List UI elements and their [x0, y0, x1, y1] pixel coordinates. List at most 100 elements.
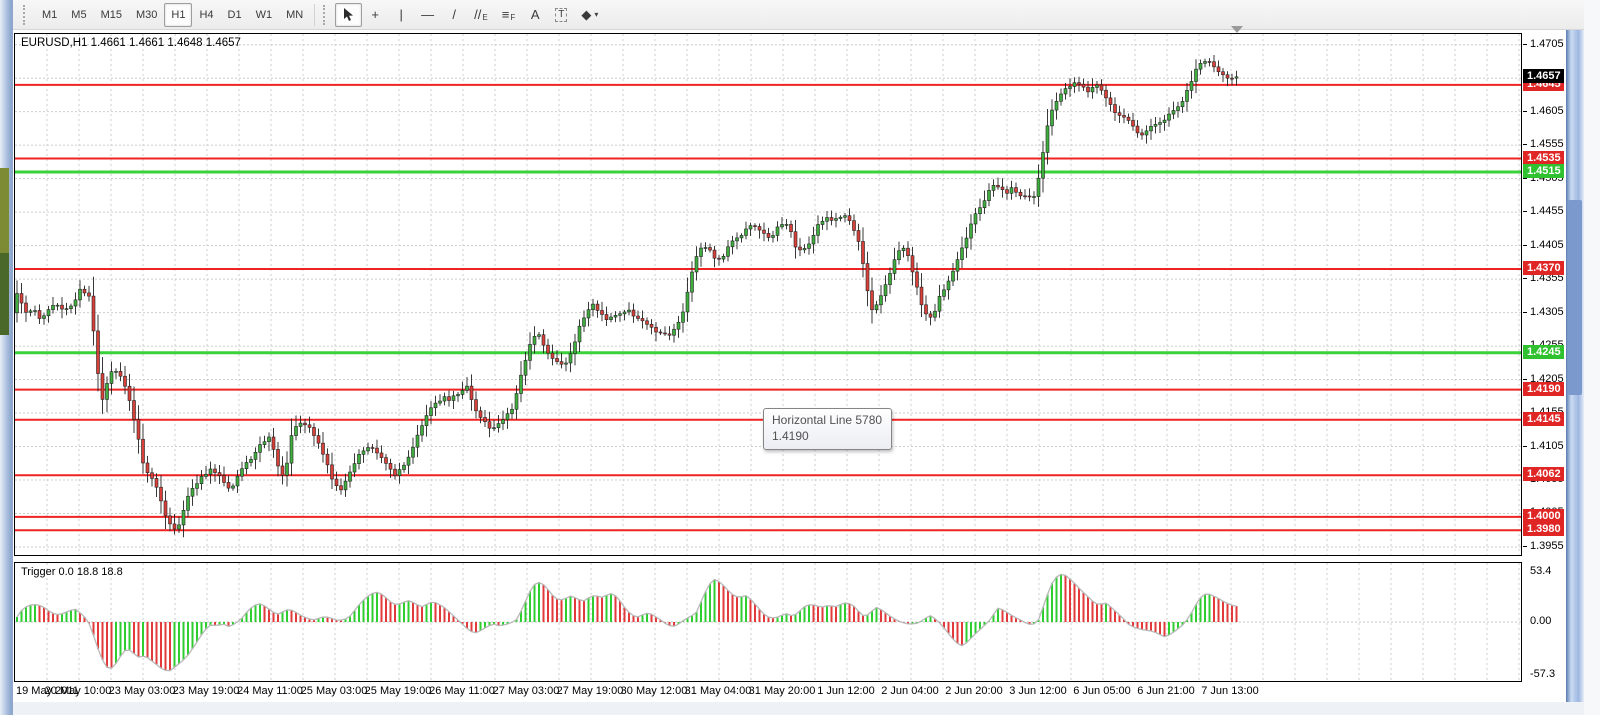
window-right-margin — [1584, 0, 1600, 715]
timeframe-button-m5[interactable]: M5 — [64, 3, 93, 27]
candle-body-up — [690, 271, 694, 293]
candle-body-up — [883, 284, 888, 297]
candle-body-up — [1234, 76, 1239, 79]
time-axis-label: 24 May 11:00 — [237, 685, 303, 697]
time-axis-label: 1 Jun 12:00 — [817, 685, 875, 697]
candle-body-up — [105, 383, 109, 400]
candle-body-up — [537, 334, 541, 337]
candle-body-down — [654, 326, 658, 333]
candle-body-down — [1230, 77, 1234, 80]
background-window-fragment — [0, 253, 9, 335]
candle-body-up — [955, 259, 960, 272]
indicator-scale[interactable]: 53.4 0.00 -57.3 — [1523, 562, 1566, 682]
candle-body-up — [735, 237, 739, 242]
timeframe-button-m15[interactable]: M15 — [94, 3, 129, 27]
candle-body-up — [577, 325, 582, 343]
scale-tick — [1523, 379, 1527, 380]
timeframe-button-h1[interactable]: H1 — [164, 2, 193, 27]
candle-body-down — [708, 247, 712, 251]
time-axis-label: 6 Jun 21:00 — [1137, 685, 1195, 697]
chart-shift-marker-icon[interactable] — [1231, 26, 1243, 33]
candle-body-up — [1068, 86, 1072, 89]
cursor-icon[interactable] — [335, 2, 363, 27]
candle-body-down — [996, 185, 1000, 188]
candle-body-up — [748, 225, 753, 230]
candle-body-up — [834, 218, 838, 221]
price-chart-panel[interactable]: EURUSD,H1 1.4661 1.4661 1.4648 1.4657 — [14, 33, 1522, 556]
time-axis-label: 26 May 11:00 — [429, 685, 495, 697]
candle-body-down — [1216, 66, 1221, 73]
candle-body-down — [469, 385, 474, 400]
candle-body-up — [1203, 61, 1207, 64]
candle-body-down — [906, 247, 910, 257]
horizontal-line-icon[interactable]: — — [414, 3, 441, 27]
candle-body-down — [1099, 84, 1104, 91]
price-tick-label: 1.4105 — [1530, 440, 1564, 452]
text-label-icon[interactable]: T — [548, 3, 574, 27]
candle-body-down — [393, 468, 397, 476]
indicator-tick-label: 53.4 — [1530, 565, 1552, 577]
candle-body-down — [1131, 120, 1135, 127]
fibonacci-icon[interactable]: ≡ F — [495, 3, 522, 27]
candle-body-down — [546, 344, 550, 354]
candle-body-up — [969, 223, 973, 239]
candle-body-down — [447, 396, 451, 401]
toolbar-grip[interactable] — [23, 4, 28, 25]
toolbar-grip[interactable] — [323, 4, 328, 25]
candle-body-down — [316, 435, 321, 444]
candle-body-down — [339, 485, 343, 491]
candle-body-up — [73, 299, 78, 307]
candle-body-down — [384, 457, 388, 464]
candle-body-up — [1194, 68, 1198, 82]
time-axis-label: 3 Jun 12:00 — [1009, 685, 1067, 697]
shapes-icon[interactable]: ◆ ▾ — [574, 3, 605, 27]
candle-body-up — [879, 295, 883, 306]
candle-body-down — [766, 233, 771, 238]
candle-body-down — [1005, 189, 1009, 194]
candle-body-up — [501, 419, 505, 424]
candle-body-up — [343, 480, 348, 491]
candle-body-up — [231, 485, 235, 489]
indicator-panel[interactable]: Trigger 0.0 18.8 18.8 — [14, 562, 1522, 682]
candle-body-up — [897, 250, 901, 260]
candle-body-down — [1108, 97, 1113, 105]
time-axis-label: 27 May 19:00 — [556, 685, 624, 697]
candle-body-down — [172, 523, 177, 530]
candle-body-up — [33, 310, 37, 312]
candle-body-up — [15, 293, 19, 314]
trendline-icon[interactable]: / — [441, 3, 467, 27]
timeframe-button-mn[interactable]: MN — [279, 3, 310, 27]
time-axis-label: 2 Jun 04:00 — [881, 685, 939, 697]
timeframe-button-w1[interactable]: W1 — [249, 3, 280, 27]
crosshair-icon[interactable]: + — [362, 3, 388, 27]
candle-body-up — [694, 256, 699, 273]
vertical-line-icon[interactable]: | — [388, 3, 414, 27]
candle-body-up — [942, 289, 946, 297]
timeframe-button-m30[interactable]: M30 — [129, 3, 164, 27]
timeframe-button-h4[interactable]: H4 — [192, 3, 220, 27]
time-axis-label: 31 May 20:00 — [748, 685, 816, 697]
candle-body-up — [609, 316, 613, 321]
dropdown-caret-icon[interactable]: ▾ — [594, 10, 598, 19]
candle-body-down — [96, 330, 100, 374]
time-axis[interactable]: 19 May 2011 20 May 10:00 23 May 03:00 23 Ma… — [14, 684, 1566, 701]
price-tick-label: 1.4405 — [1530, 239, 1564, 251]
candle-body-down — [541, 334, 546, 346]
candle-body-up — [874, 304, 879, 311]
candle-body-down — [334, 478, 339, 487]
candle-body-up — [1050, 109, 1054, 127]
candle-body-up — [744, 228, 748, 236]
candle-body-up — [204, 473, 208, 477]
candlestick-chart[interactable] — [15, 34, 1521, 555]
timeframe-button-m1[interactable]: M1 — [35, 3, 64, 27]
candle-body-up — [397, 469, 402, 476]
text-icon[interactable]: A — [522, 3, 548, 27]
timeframe-button-d1[interactable]: D1 — [221, 3, 249, 27]
candle-body-down — [1140, 132, 1144, 136]
price-scale[interactable]: 1.47051.46551.46051.45551.45051.44551.44… — [1523, 33, 1566, 556]
window-border-line — [11, 0, 13, 715]
window-border-thumb — [1568, 200, 1582, 395]
candle-body-up — [703, 247, 708, 249]
equidistant-channel-icon[interactable]: //E — [467, 3, 495, 27]
candle-body-down — [132, 400, 136, 421]
